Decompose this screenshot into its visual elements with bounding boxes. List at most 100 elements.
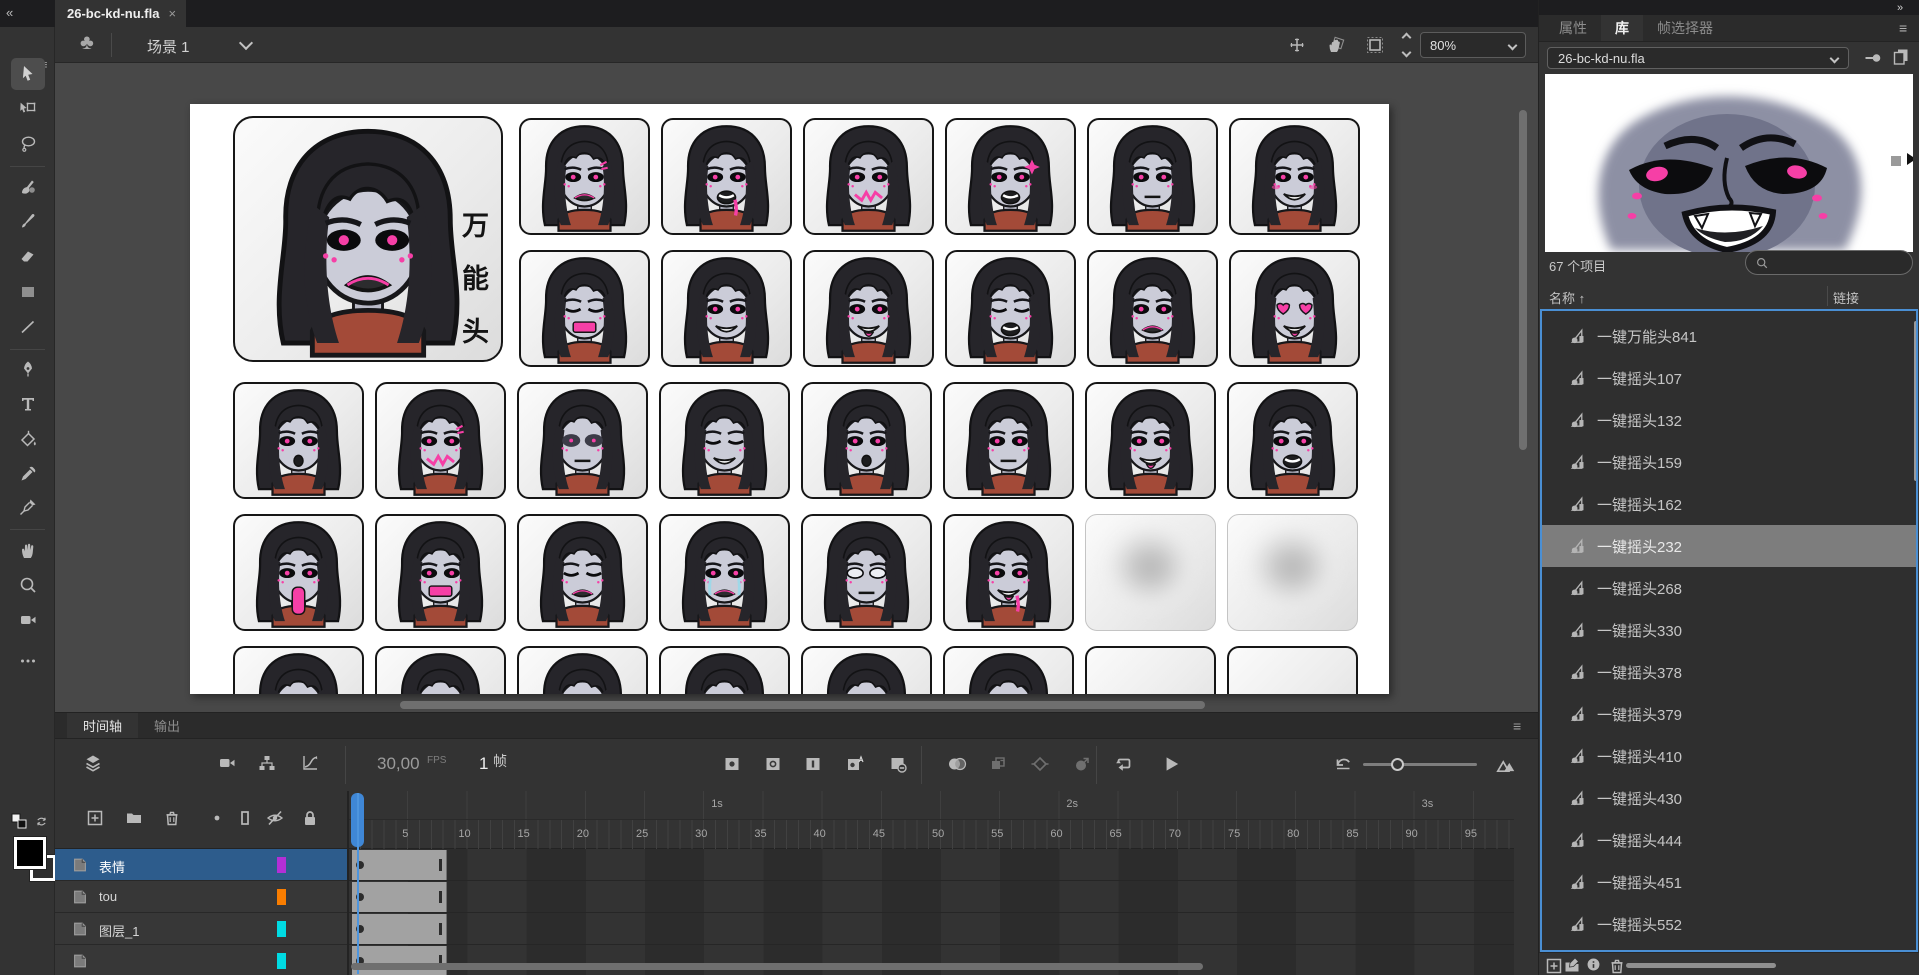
layer-frames-row[interactable] [349,881,1514,913]
scene-name-label[interactable]: 场景 1 [147,36,190,57]
reset-timeline-zoom-icon[interactable] [1333,754,1353,774]
library-item-一键摇头552[interactable]: 一键摇头552 [1542,903,1916,945]
library-item-list[interactable]: 一键万能头841一键摇头107一键摇头132一键摇头159一键摇头162一键摇头… [1540,309,1918,952]
layer-color-swatch[interactable] [277,921,286,937]
insert-keyframe-icon[interactable] [722,754,742,774]
line-tool[interactable] [11,311,45,343]
library-item-一键摇头107[interactable]: 一键摇头107 [1542,357,1916,399]
item-properties-icon[interactable] [1585,956,1602,973]
library-item-partial[interactable] [1542,945,1916,952]
lock-all-icon[interactable] [300,808,320,828]
zoom-stepper[interactable] [1399,34,1413,56]
tab-frame-picker[interactable]: 帧选择器 [1643,15,1727,41]
onion-skin-icon[interactable] [947,754,967,774]
selection-tool[interactable] [11,58,45,90]
frame-span[interactable] [352,946,447,975]
scene-chevron-down-icon[interactable] [239,36,253,50]
new-layer-icon[interactable] [85,808,105,828]
column-divider[interactable] [1827,286,1828,306]
pin-library-icon[interactable] [1863,48,1883,68]
timeline-horizontal-scrollbar[interactable] [351,963,1203,970]
tab-output[interactable]: 输出 [138,713,196,738]
center-stage-icon[interactable] [1287,35,1307,55]
frames-area[interactable]: 1s2s3s 510152025303540455055606570758085… [349,791,1514,975]
rotate-stage-icon[interactable] [1325,35,1345,55]
timeline-zoom-slider-knob[interactable] [1391,758,1404,771]
stage-horizontal-scrollbar[interactable] [400,701,1205,709]
stage-pasteboard[interactable]: 万能头 [55,63,1538,712]
delete-frame-icon[interactable] [888,754,908,774]
lasso-tool[interactable] [11,128,45,160]
layer-frames-row[interactable] [349,849,1514,881]
library-item-一键摇头132[interactable]: 一键摇头132 [1542,399,1916,441]
zoom-level-select[interactable]: 80% [1420,32,1526,58]
frame-copy-icon[interactable] [1072,754,1092,774]
layer-row-表情[interactable]: 表情 [55,849,349,881]
expand-panels-icon[interactable]: » [1897,2,1903,14]
auto-keyframe-icon[interactable] [845,754,865,774]
document-tab-close-icon[interactable]: × [168,6,176,21]
document-tab[interactable]: 26-bc-kd-nu.fla × [55,0,186,27]
layer-color-swatch[interactable] [277,953,286,969]
library-document-select[interactable]: 26-bc-kd-nu.fla [1547,47,1849,69]
layer-color-swatch[interactable] [277,889,286,905]
new-folder-icon[interactable] [1563,956,1583,975]
delete-layer-icon[interactable] [162,808,182,828]
stage-vertical-scrollbar[interactable] [1519,110,1527,450]
camera-tool[interactable] [11,604,45,636]
fluid-brush-tool[interactable] [11,171,45,203]
rectangle-tool[interactable] [11,276,45,308]
library-item-一键摇头451[interactable]: 一键摇头451 [1542,861,1916,903]
fps-value[interactable]: 30,00 [377,754,420,774]
library-horizontal-scrollbar[interactable] [1626,963,1776,968]
preview-stop-icon[interactable] [1891,156,1901,166]
edit-multiple-frames-icon[interactable] [988,754,1008,774]
tab-library[interactable]: 库 [1601,15,1643,41]
delete-item-icon[interactable] [1607,956,1627,975]
library-item-一键摇头410[interactable]: 一键摇头410 [1542,735,1916,777]
new-symbol-icon[interactable] [1544,956,1564,975]
preview-play-icon[interactable] [1907,153,1913,165]
play-button-icon[interactable] [1160,753,1182,775]
show-hide-all-icon[interactable] [265,808,285,828]
library-item-一键摇头330[interactable]: 一键摇头330 [1542,609,1916,651]
column-header-link[interactable]: 链接 [1833,288,1859,307]
library-search-box[interactable] [1745,250,1913,275]
new-folder-icon[interactable] [124,808,144,828]
search-input[interactable] [1774,255,1894,271]
create-tween-icon[interactable] [1030,754,1050,774]
new-library-panel-icon[interactable] [1891,46,1911,66]
layer-depth-icon[interactable] [300,753,320,773]
layer-view-options-icon[interactable] [83,753,103,773]
library-item-一键摇头444[interactable]: 一键摇头444 [1542,819,1916,861]
pen-tool[interactable] [11,353,45,385]
library-item-一键摇头268[interactable]: 一键摇头268 [1542,567,1916,609]
show-outlines-icon[interactable] [235,808,255,828]
loop-playback-icon[interactable] [1113,754,1133,774]
timeline-menu-icon[interactable]: ≡ [1513,718,1521,734]
resize-timeline-view-icon[interactable] [1495,753,1517,775]
eyedropper-tool[interactable] [11,458,45,490]
frame-span[interactable] [352,850,447,880]
classic-brush-tool[interactable] [11,205,45,237]
fill-color-swatch[interactable] [14,837,46,869]
pin-tool[interactable] [11,491,45,523]
column-header-name[interactable]: 名称 ↑ [1549,288,1585,307]
eraser-tool[interactable] [11,240,45,272]
more-tools[interactable] [11,645,45,677]
outline-color-icon[interactable] [207,808,227,828]
paint-bucket-tool[interactable] [11,423,45,455]
tab-properties[interactable]: 属性 [1545,15,1601,41]
library-item-一键万能头841[interactable]: 一键万能头841 [1542,315,1916,357]
library-vertical-scrollbar[interactable] [1914,321,1918,481]
panel-menu-icon[interactable]: ≡ [1899,20,1907,36]
layer-color-swatch[interactable] [277,857,286,873]
layer-frames-row-partial[interactable] [349,945,1514,975]
add-camera-icon[interactable] [217,753,237,773]
library-item-一键摇头378[interactable]: 一键摇头378 [1542,651,1916,693]
library-item-一键摇头430[interactable]: 一键摇头430 [1542,777,1916,819]
insert-blank-keyframe-icon[interactable] [763,754,783,774]
clip-content-icon[interactable] [1365,35,1385,55]
library-item-一键摇头379[interactable]: 一键摇头379 [1542,693,1916,735]
tab-timeline[interactable]: 时间轴 [67,713,138,738]
